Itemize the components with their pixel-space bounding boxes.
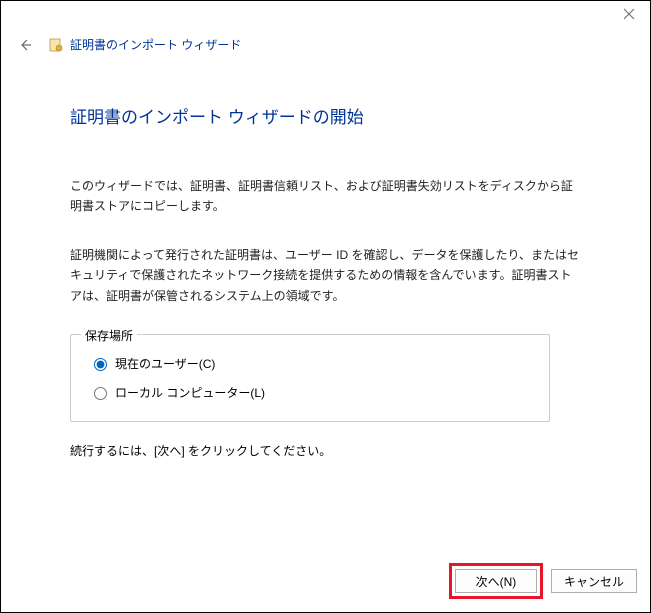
back-arrow-icon[interactable] — [18, 37, 34, 53]
continue-hint: 続行するには、[次へ] をクリックしてください。 — [70, 442, 581, 459]
radio-local-computer-label: ローカル コンピューター(L) — [115, 384, 265, 401]
certificate-icon — [48, 37, 64, 53]
wizard-title: 証明書のインポート ウィザード — [70, 36, 241, 53]
radio-local-computer-row[interactable]: ローカル コンピューター(L) — [89, 378, 531, 407]
wizard-header: 証明書のインポート ウィザード — [0, 0, 651, 53]
description-text: 証明機関によって発行された証明書は、ユーザー ID を確認し、データを保護したり… — [70, 245, 581, 306]
close-icon[interactable] — [623, 8, 639, 24]
wizard-footer: 次へ(N) キャンセル — [449, 563, 637, 599]
radio-current-user-row[interactable]: 現在のユーザー(C) — [89, 349, 531, 378]
next-button-highlight: 次へ(N) — [449, 563, 543, 599]
radio-local-computer[interactable] — [94, 387, 107, 400]
storage-location-group: 保存場所 現在のユーザー(C) ローカル コンピューター(L) — [70, 334, 550, 422]
cancel-button[interactable]: キャンセル — [551, 569, 637, 593]
storage-location-legend: 保存場所 — [81, 327, 137, 344]
next-button[interactable]: 次へ(N) — [455, 569, 537, 593]
wizard-content: 証明書のインポート ウィザードの開始 このウィザードでは、証明書、証明書信頼リス… — [0, 53, 651, 459]
page-heading: 証明書のインポート ウィザードの開始 — [70, 103, 581, 128]
radio-current-user-label: 現在のユーザー(C) — [115, 355, 215, 372]
wizard-window: 証明書のインポート ウィザード 証明書のインポート ウィザードの開始 このウィザ… — [0, 0, 651, 613]
intro-text: このウィザードでは、証明書、証明書信頼リスト、および証明書失効リストをディスクか… — [70, 176, 581, 217]
radio-current-user[interactable] — [94, 358, 107, 371]
